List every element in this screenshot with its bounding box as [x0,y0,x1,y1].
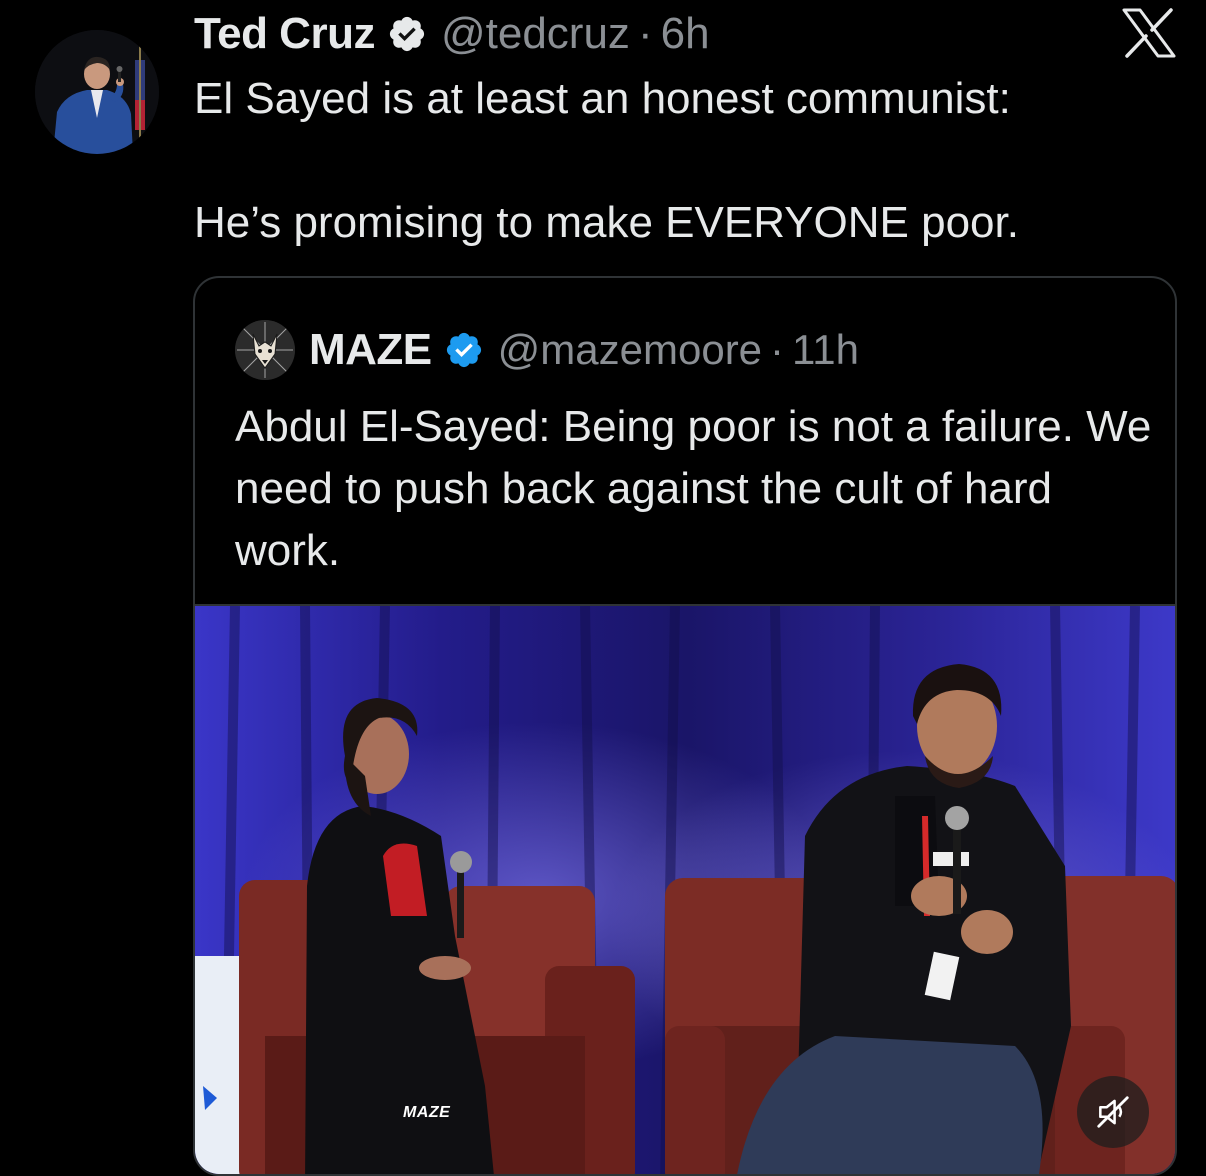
quoted-tweet-card[interactable]: MAZE @mazemoore · 11h Abdul El-Sayed: Be… [193,276,1177,1176]
quoted-tweet-header: MAZE @mazemoore · 11h [235,320,859,380]
video-player[interactable]: MAZE [195,604,1175,1174]
quoted-author-handle[interactable]: @mazemoore [498,326,762,374]
separator-dot: · [637,9,653,58]
quoted-tweet-text: Abdul El-Sayed: Being poor is not a fail… [235,402,1152,575]
author-handle[interactable]: @tedcruz [441,9,630,59]
verified-badge-icon [446,332,481,368]
mute-icon [1097,1096,1129,1128]
separator-dot: · [770,326,785,373]
mute-button[interactable] [1077,1076,1149,1148]
verified-badge-icon [389,16,425,52]
video-frame [195,606,1175,1174]
timestamp[interactable]: 6h [661,9,710,59]
tweet-text: El Sayed is at least an honest communist… [194,68,1174,254]
quoted-author-name[interactable]: MAZE [309,325,432,375]
tweet-text-line: He’s promising to make EVERYONE poor. [194,198,1019,247]
author-avatar[interactable] [35,30,159,154]
tweet[interactable]: Ted Cruz @tedcruz · 6h El Sayed is at le… [0,0,1206,1176]
x-logo-icon [1122,8,1176,58]
quoted-author-avatar[interactable] [235,320,295,380]
quoted-timestamp[interactable]: 11h [792,326,859,374]
tweet-text-line: El Sayed is at least an honest communist… [194,74,1011,123]
video-watermark: MAZE [403,1104,451,1121]
author-name[interactable]: Ted Cruz [194,9,375,59]
tweet-header: Ted Cruz @tedcruz · 6h [194,6,710,62]
